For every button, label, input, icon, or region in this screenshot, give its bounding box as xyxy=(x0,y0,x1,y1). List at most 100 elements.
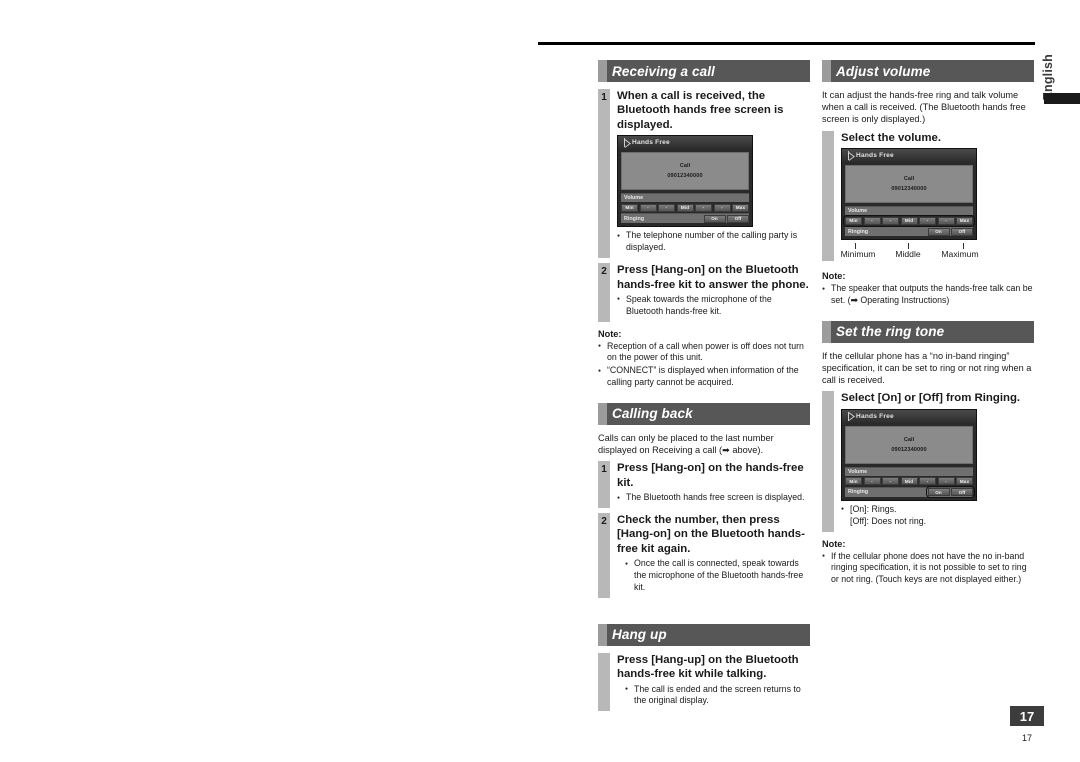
device-title: Hands Free xyxy=(856,412,894,420)
device-ringing-key-off[interactable]: Off xyxy=(727,214,749,223)
device-call-number: 09012340000 xyxy=(667,173,703,180)
device-ringing-key-off[interactable]: Off xyxy=(951,227,973,236)
device-volume-key-2[interactable]: - xyxy=(882,477,899,486)
note-label: Note: xyxy=(822,538,846,549)
device-volume-keys[interactable]: Min - - Mid - - Max xyxy=(843,214,975,227)
device-ringing-keys-highlight: On Off xyxy=(925,486,975,499)
device-volume-key-min[interactable]: Min xyxy=(845,216,862,225)
step-body: Press [Hang-on] on the hands-free kit. T… xyxy=(610,461,810,508)
step-number: 2 xyxy=(598,512,610,598)
step-title: Select [On] or [Off] from Ringing. xyxy=(841,392,1021,405)
device-volume-key-4[interactable]: - xyxy=(919,477,936,486)
note-bullets-adjust-volume: The speaker that outputs the hands-free … xyxy=(822,283,1034,307)
note-item: Reception of a call when power is off do… xyxy=(598,340,810,365)
step-bullets: The telephone number of the calling part… xyxy=(617,230,810,254)
callout-label-maximum: Maximum xyxy=(941,249,979,260)
device-call-area: Call 09012340000 xyxy=(845,165,973,204)
step-title: Press [Hang-up] on the Bluetooth hands-f… xyxy=(617,653,799,681)
section-title: Hang up xyxy=(612,627,667,643)
device-volume-key-2[interactable]: - xyxy=(658,203,675,212)
device-volume-key-min[interactable]: Min xyxy=(621,203,638,212)
step-title: Check the number, then press [Hang-on] o… xyxy=(617,513,805,555)
section-title: Adjust volume xyxy=(836,63,931,79)
note-item: The speaker that outputs the hands-free … xyxy=(822,283,1034,307)
device-volume-key-2[interactable]: - xyxy=(882,216,899,225)
device-volume-key-1[interactable]: - xyxy=(863,216,881,225)
page-number-footer: 17 xyxy=(1021,733,1032,743)
device-volume-key-5[interactable]: - xyxy=(937,477,955,486)
device-volume-key-mid[interactable]: Mid xyxy=(900,216,918,225)
step-number: 1 xyxy=(598,89,610,259)
device-ringing-key-on[interactable]: On xyxy=(927,488,950,497)
section-header-receiving-a-call: Receiving a call xyxy=(598,60,810,82)
step-bullets: Speak towards the microphone of the Blue… xyxy=(617,293,810,318)
device-volume-keys[interactable]: Min - - Mid - - Max xyxy=(621,203,749,212)
device-titlebar: Hands Free xyxy=(842,149,976,163)
step-number: 2 xyxy=(598,263,610,322)
device-ringing-label: Ringing xyxy=(624,215,645,222)
device-ringing-key-on[interactable]: On xyxy=(927,227,950,236)
device-call-number: 09012340000 xyxy=(891,446,927,453)
note-label: Note: xyxy=(822,271,846,282)
device-ringing-label: Ringing xyxy=(848,489,869,496)
device-ringing-row: Ringing On Off xyxy=(845,226,973,237)
step-hangup-1: Press [Hang-up] on the Bluetooth hands-f… xyxy=(598,652,810,712)
bullet-item: [On]: Rings. [Off]: Does not ring. xyxy=(841,503,1034,528)
device-call-label: Call xyxy=(679,163,691,170)
step-title: Press [Hang-on] on the hands-free kit. xyxy=(617,462,804,489)
step-receiving-1: 1 When a call is received, the Bluetooth… xyxy=(598,89,810,259)
step-callingback-1: 1 Press [Hang-on] on the hands-free kit.… xyxy=(598,461,810,508)
section-header-calling-back: Calling back xyxy=(598,402,810,425)
note-item: “CONNECT” is displayed when information … xyxy=(598,365,810,389)
step-number xyxy=(598,652,610,712)
section-title: Receiving a call xyxy=(612,63,715,79)
step-bullets: Once the call is connected, speak toward… xyxy=(625,558,810,593)
callout-label-minimum: Minimum xyxy=(840,249,876,260)
step-title: When a call is received, the Bluetooth h… xyxy=(617,90,784,131)
device-ringing-key-off[interactable]: Off xyxy=(951,488,973,497)
volume-callouts: Minimum Middle Maximum xyxy=(840,243,979,261)
device-ringing-label: Ringing xyxy=(848,228,869,235)
device-volume-key-1[interactable]: - xyxy=(863,477,881,486)
note-bullets-ring-tone: If the cellular phone does not have the … xyxy=(822,550,1034,586)
device-volume-key-min[interactable]: Min xyxy=(845,477,862,486)
callout-label-middle: Middle xyxy=(895,249,921,260)
device-ringing-row: Ringing On Off xyxy=(845,486,975,499)
step-bullets: The call is ended and the screen returns… xyxy=(625,683,810,708)
right-column: Adjust volume It can adjust the hands-fr… xyxy=(822,60,1034,590)
section-title: Calling back xyxy=(612,406,693,422)
device-volume-key-max[interactable]: Max xyxy=(732,203,749,212)
bullet-item: The Bluetooth hands free screen is displ… xyxy=(617,492,810,504)
device-volume-label: Volume xyxy=(621,193,749,203)
step-body: Press [Hang-on] on the Bluetooth hands-f… xyxy=(610,263,810,322)
top-rule xyxy=(538,42,1035,45)
device-volume-key-1[interactable]: - xyxy=(639,203,657,212)
device-volume-key-max[interactable]: Max xyxy=(956,477,973,486)
device-call-label: Call xyxy=(903,436,915,443)
step-body: Select the volume. Hands Free Call 09012… xyxy=(834,131,1034,261)
bullet-item: Once the call is connected, speak toward… xyxy=(625,558,810,593)
device-volume-key-mid[interactable]: Mid xyxy=(900,477,918,486)
device-volume-key-max[interactable]: Max xyxy=(956,216,973,225)
device-screenshot-ringing: Hands Free Call 09012340000 Volume Min -… xyxy=(841,408,977,501)
device-volume-keys[interactable]: Min - - Mid - - Max xyxy=(845,477,973,486)
step-adjust-volume: Select the volume. Hands Free Call 09012… xyxy=(822,130,1034,262)
device-call-area: Call 09012340000 xyxy=(845,425,973,464)
device-volume-key-mid[interactable]: Mid xyxy=(676,203,694,212)
device-volume-key-5[interactable]: - xyxy=(713,203,731,212)
step-callingback-2: 2 Check the number, then press [Hang-on]… xyxy=(598,512,810,598)
device-volume-key-4[interactable]: - xyxy=(919,216,936,225)
note-label: Note: xyxy=(598,328,622,339)
step-number xyxy=(822,391,834,532)
device-ringing-key-on[interactable]: On xyxy=(703,214,726,223)
bluetooth-icon xyxy=(845,411,852,421)
bluetooth-icon xyxy=(621,138,628,148)
device-volume-key-5[interactable]: - xyxy=(937,216,955,225)
step-body: Select [On] or [Off] from Ringing. Hands… xyxy=(834,391,1034,531)
section-header-hang-up: Hang up xyxy=(598,623,810,646)
device-volume-key-4[interactable]: - xyxy=(695,203,712,212)
bullet-item: Speak towards the microphone of the Blue… xyxy=(617,293,810,318)
step-bullets-ringing: [On]: Rings. [Off]: Does not ring. xyxy=(841,503,1034,528)
note-bullets-receiving: Reception of a call when power is off do… xyxy=(598,340,810,389)
bullet-line-off: [Off]: Does not ring. xyxy=(850,515,927,526)
